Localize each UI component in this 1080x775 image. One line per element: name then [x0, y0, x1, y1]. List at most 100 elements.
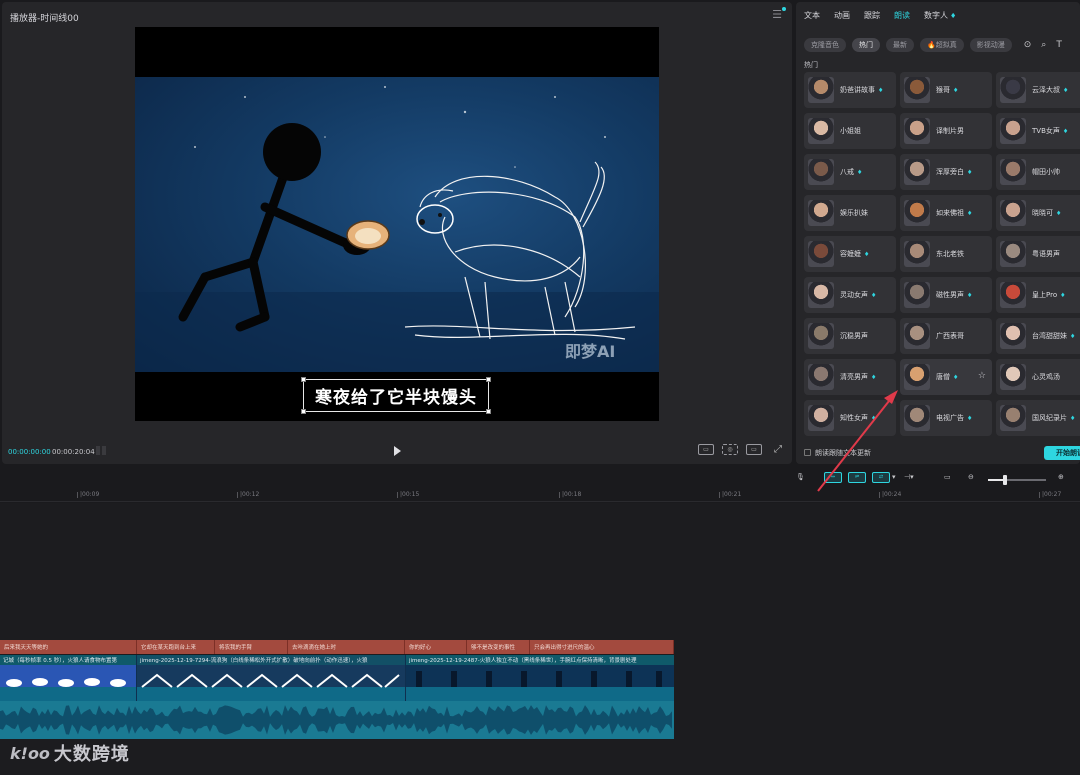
voice-card[interactable]: TVB女声 ♦	[996, 113, 1080, 149]
voice-card[interactable]: 广西表哥	[900, 318, 992, 354]
voice-avatar	[808, 282, 834, 308]
vip-diamond-icon: ♦	[967, 414, 973, 422]
video-clip-label[interactable]: jimeng-2025-12-19-2487-火狼人独立不动（黑线条稀世），手腕…	[406, 655, 674, 665]
zoom-slider[interactable]	[988, 475, 1046, 485]
voice-avatar	[808, 323, 834, 349]
ruler-tick: |00:09	[76, 491, 100, 498]
voice-avatar	[1000, 200, 1026, 226]
search-icon[interactable]: ⌕	[1041, 40, 1046, 50]
voice-card[interactable]: 磁性男声 ♦	[900, 277, 992, 313]
text-clip[interactable]: 你的好心	[405, 640, 467, 654]
voice-name: 八戒	[840, 168, 854, 176]
ruler-tick: |00:12	[236, 491, 260, 498]
text-clip[interactable]: 够不是改变的事性	[467, 640, 530, 654]
chip-film-anime[interactable]: 影视动漫	[969, 38, 1012, 52]
text-format-icon[interactable]: T	[1056, 40, 1062, 50]
preview-axis-icon[interactable]: ▭	[944, 471, 951, 483]
voice-card[interactable]: 晓晓可 ♦	[996, 195, 1080, 231]
voice-card[interactable]: 唐僧 ♦ ☆	[900, 359, 992, 395]
voice-card[interactable]: 心灵鸡汤	[996, 359, 1080, 395]
voice-name: 台湾甜甜妹	[1032, 332, 1067, 340]
voice-avatar	[904, 159, 930, 185]
track-area[interactable]: 后来我天天等她的 它却在某天跑到台上来 将农我的手臂 去咔滴滴在她上时 你的好心 够不是改…	[0, 503, 1080, 775]
voice-card[interactable]: 电视广告 ♦	[900, 400, 992, 436]
video-clip-thumbnails[interactable]	[137, 665, 405, 701]
chip-hot[interactable]: 热门	[852, 38, 880, 52]
text-clip[interactable]: 只会再出得寸进尺的温心	[530, 640, 674, 654]
tab-text[interactable]: 文本	[804, 10, 820, 21]
menu-icon[interactable]: ☰	[772, 7, 786, 21]
chip-newest[interactable]: 最新	[886, 38, 914, 52]
voice-name: 清亮男声	[840, 373, 868, 381]
voice-card[interactable]: 东北老铁	[900, 236, 992, 272]
voice-card[interactable]: 沉稳男声	[804, 318, 896, 354]
zoom-out-icon[interactable]: ⊖	[968, 471, 974, 483]
voice-card[interactable]: 台湾甜甜妹 ♦	[996, 318, 1080, 354]
zoom-in-icon[interactable]: ⊕	[1058, 471, 1064, 483]
tab-tracking[interactable]: 跟踪	[864, 10, 880, 21]
tab-read-aloud[interactable]: 朗读	[894, 10, 910, 21]
linkage-icon[interactable]: ⇄	[872, 471, 890, 483]
expand-icon[interactable]: ⊙	[1024, 40, 1032, 50]
start-read-button[interactable]: 开始朗读	[1044, 446, 1080, 460]
play-button[interactable]	[394, 446, 401, 456]
split-icon[interactable]: ⊣▾	[904, 471, 914, 483]
properties-panel: 文本 动画 跟踪 朗读 数字人 ♦ 克隆音色 热门 最新 🔥超拟真 影视动漫 ⊙ …	[796, 2, 1080, 464]
video-track: 记城（每秒帧率 0.5 秒），火狼人请食物布置第 jimeng-2025-12-…	[0, 655, 674, 701]
voice-name: 知性女声	[840, 414, 868, 422]
audio-waveform	[0, 705, 672, 735]
video-preview[interactable]: 即梦AI 寒夜给了它半块馒头	[135, 27, 659, 421]
voice-name: 灵动女声	[840, 291, 868, 299]
subtitle-selection[interactable]: 寒夜给了它半块馒头	[301, 377, 491, 414]
tab-animation[interactable]: 动画	[834, 10, 850, 21]
fit-screen-icon[interactable]: ◎	[722, 444, 738, 455]
fullscreen-icon[interactable]: ⤢	[770, 444, 786, 455]
text-clip[interactable]: 去咔滴滴在她上时	[288, 640, 405, 654]
voice-card[interactable]: 猴哥 ♦	[900, 72, 992, 108]
voice-card[interactable]: 小姐姐	[804, 113, 896, 149]
voice-card[interactable]: 八戒 ♦	[804, 154, 896, 190]
text-clip[interactable]: 它却在某天跑到台上来	[137, 640, 215, 654]
main-track-magnet-icon[interactable]: ⇔	[824, 471, 842, 483]
auto-snap-icon[interactable]: ⇌	[848, 471, 866, 483]
voice-card[interactable]: 容嬷嬷 ♦	[804, 236, 896, 272]
linkage-dropdown-icon[interactable]: ▾	[892, 473, 896, 481]
voice-name: 帽田小帅	[1032, 168, 1060, 176]
voice-card[interactable]: 如来佛祖 ♦	[900, 195, 992, 231]
video-clip-thumbnails[interactable]	[406, 665, 674, 701]
timeline-ruler[interactable]: |00:09 |00:12 |00:15 |00:18 |00:21 |00:24 |00:…	[0, 488, 1080, 502]
voice-card[interactable]: 清亮男声 ♦	[804, 359, 896, 395]
preview-mode-icon[interactable]: ▭	[698, 444, 714, 455]
voice-name: 皇上Pro	[1032, 291, 1058, 299]
voice-card[interactable]: 知性女声 ♦	[804, 400, 896, 436]
text-clip[interactable]: 将农我的手臂	[215, 640, 288, 654]
voice-card[interactable]: 国风纪录片 ♦	[996, 400, 1080, 436]
voice-card[interactable]: 帽田小帅	[996, 154, 1080, 190]
voice-name: 东北老铁	[936, 250, 964, 258]
text-clip[interactable]: 后来我天天等她的	[0, 640, 137, 654]
video-clip-label[interactable]: jimeng-2025-12-19-7294-流浪狗（白线条稀松外开式扩散）破地…	[137, 655, 405, 665]
voice-card[interactable]: 灵动女声 ♦	[804, 277, 896, 313]
player-title: 播放器-时间线00	[10, 14, 79, 24]
voice-card[interactable]: 云泽大叔 ♦	[996, 72, 1080, 108]
ratio-icon[interactable]: ▭	[746, 444, 762, 455]
voice-card[interactable]: 浑厚旁白 ♦	[900, 154, 992, 190]
chip-ultra-real[interactable]: 🔥超拟真	[920, 38, 964, 52]
zoom-handle[interactable]	[1003, 475, 1007, 485]
voice-card[interactable]: 皇上Pro ♦	[996, 277, 1080, 313]
sync-checkbox[interactable]	[804, 449, 811, 456]
tab-digital-human[interactable]: 数字人 ♦	[924, 10, 956, 21]
microphone-icon[interactable]: 🎙	[796, 471, 805, 483]
voice-card[interactable]: 娱乐扒妹	[804, 195, 896, 231]
voice-card[interactable]: 奶爸讲故事 ♦	[804, 72, 896, 108]
voice-avatar	[1000, 159, 1026, 185]
favorite-star-icon[interactable]: ☆	[978, 371, 986, 381]
video-clip-label[interactable]: 记城（每秒帧率 0.5 秒），火狼人请食物布置第	[0, 655, 136, 665]
chip-clone-voice[interactable]: 克隆音色	[804, 38, 846, 52]
panel-tabs: 文本 动画 跟踪 朗读 数字人 ♦	[804, 10, 956, 21]
voice-grid: 奶爸讲故事 ♦ 猴哥 ♦ 云泽大叔 ♦ 小姐姐 译制片男 TVB女声 ♦ 八戒 ♦ 浑厚旁白 ♦ 帽田小帅娱…	[804, 72, 1080, 436]
voice-card[interactable]: 粤语男声	[996, 236, 1080, 272]
voice-card[interactable]: 译制片男	[900, 113, 992, 149]
audio-track[interactable]	[0, 701, 674, 739]
video-clip-thumbnails[interactable]	[0, 665, 136, 701]
